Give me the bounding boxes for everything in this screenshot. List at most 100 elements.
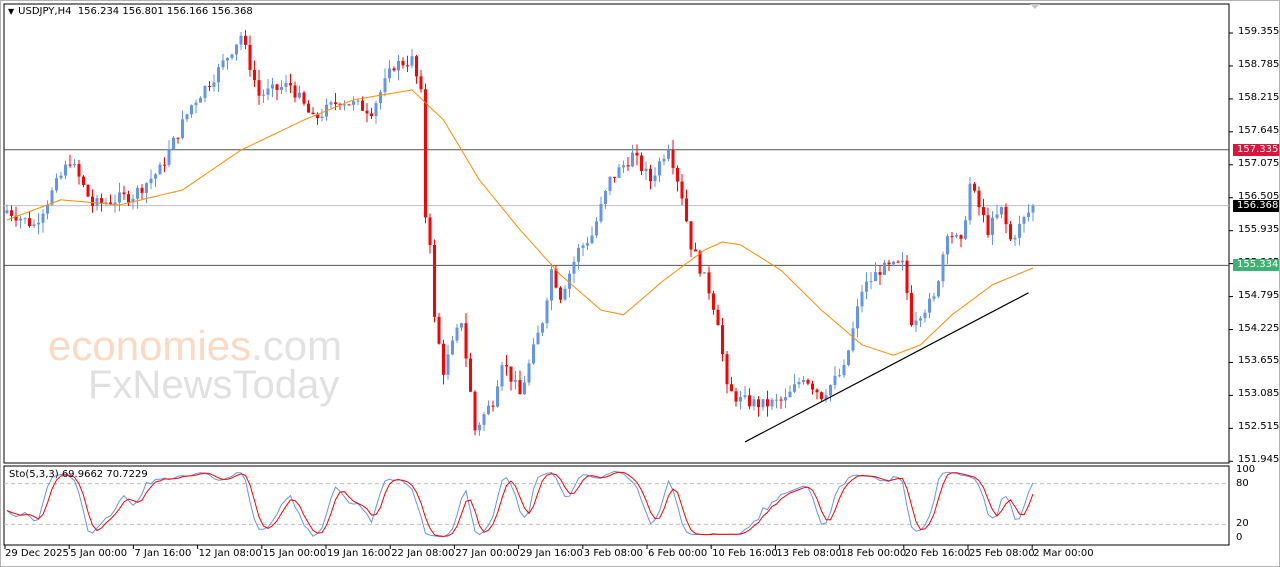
candle-body <box>347 104 351 106</box>
candle-body <box>649 168 652 182</box>
candle-body <box>451 340 454 355</box>
candle-body <box>703 272 706 274</box>
candle-body <box>379 92 382 104</box>
candle-body <box>734 391 738 402</box>
candle-body <box>595 221 598 236</box>
candle-body <box>460 323 463 328</box>
candle-body <box>599 203 603 222</box>
time-tick-label: 6 Feb 00:00 <box>648 548 708 559</box>
candle-body <box>887 262 891 265</box>
price-tick-label: 159.355 <box>1238 26 1280 37</box>
candle-body <box>784 397 787 401</box>
price-tick-label: 152.515 <box>1238 421 1280 433</box>
candle-body <box>919 318 922 321</box>
candle-body <box>491 405 495 407</box>
candle-body <box>77 164 81 177</box>
candle-body <box>667 150 670 159</box>
candle-body <box>896 261 900 263</box>
candle-body <box>680 181 684 199</box>
candle-body <box>991 217 994 235</box>
candle-body <box>163 164 166 166</box>
time-tick-label: 13 Feb 08:00 <box>776 548 842 559</box>
ohlc-values: 156.234 156.801 156.166 156.368 <box>77 6 253 17</box>
candle-body <box>487 405 490 415</box>
price-tick-label: 157.075 <box>1238 157 1280 169</box>
chart-canvas[interactable] <box>0 0 1280 567</box>
candle-body <box>982 207 985 216</box>
candle-body <box>176 137 180 139</box>
candle-body <box>172 137 175 150</box>
candle-body <box>262 94 265 96</box>
candle-body <box>689 221 693 250</box>
candle-body <box>73 164 76 166</box>
candle-body <box>833 375 837 386</box>
candle-body <box>950 236 954 238</box>
stochastic-label: Sto(5,3,3) 69.9662 70.7229 <box>9 469 148 480</box>
candle-body <box>59 175 63 179</box>
time-tick-label: 27 Jan 00:00 <box>455 548 519 559</box>
time-tick-label: 5 Jan 00:00 <box>70 548 128 559</box>
candle-body <box>293 85 297 98</box>
candle-body <box>572 261 576 274</box>
candle-body <box>145 183 148 193</box>
price-tick-label: 157.645 <box>1238 124 1280 136</box>
candle-body <box>244 35 247 45</box>
candle-body <box>41 213 45 223</box>
candle-body <box>32 224 36 227</box>
candle-body <box>397 60 400 71</box>
candle-body <box>406 65 409 67</box>
candle-body <box>671 150 675 168</box>
candle-body <box>694 249 697 252</box>
candle-body <box>235 44 238 55</box>
time-tick-label: 10 Feb 16:00 <box>712 548 778 559</box>
candle-body <box>901 260 904 263</box>
chart-header: ▼ USDJPY,H4 156.234 156.801 156.166 156.3… <box>8 6 253 17</box>
candle-body <box>298 92 301 98</box>
candle-body <box>140 187 144 193</box>
candle-body <box>257 80 261 96</box>
candle-body <box>127 194 130 203</box>
candle-body <box>725 354 729 385</box>
candle-body <box>329 102 333 105</box>
candle-body <box>964 220 967 239</box>
price-tick-label: 153.655 <box>1238 355 1280 367</box>
candle-body <box>320 116 324 119</box>
candle-body <box>865 281 868 292</box>
candle-body <box>523 382 526 395</box>
candle-body <box>1013 237 1017 240</box>
candle-body <box>194 102 198 106</box>
time-tick-label: 2 Mar 00:00 <box>1033 548 1094 559</box>
price-tick-label: 153.085 <box>1238 388 1280 400</box>
dropdown-triangle-icon[interactable]: ▼ <box>8 7 14 16</box>
candle-body <box>239 35 243 45</box>
candle-body <box>955 235 958 237</box>
candle-body <box>604 190 607 204</box>
candle-body <box>707 272 711 294</box>
scroll-marker-icon <box>1030 4 1040 9</box>
candle-body <box>352 101 355 105</box>
candle-body <box>203 86 207 99</box>
candle-body <box>374 103 378 117</box>
candle-body <box>739 397 742 402</box>
candle-body <box>559 287 562 300</box>
candle-body <box>55 178 58 191</box>
candle-body <box>721 325 724 355</box>
candle-body <box>5 210 9 214</box>
candle-body <box>158 164 162 175</box>
price-tick-label: 155.935 <box>1238 223 1280 235</box>
candle-body <box>307 103 310 113</box>
candle-body <box>923 312 927 319</box>
candle-body <box>442 343 445 375</box>
candle-body <box>509 366 513 382</box>
candle-body <box>82 176 85 185</box>
candle-body <box>761 399 765 408</box>
candle-body <box>608 176 612 191</box>
candle-body <box>86 184 90 197</box>
candle-body <box>518 380 522 395</box>
candle-body <box>959 235 963 239</box>
stochastic-frame <box>3 465 1230 546</box>
candle-body <box>95 198 99 207</box>
candle-body <box>118 192 121 203</box>
candle-body <box>743 395 747 398</box>
candle-body <box>581 245 585 248</box>
